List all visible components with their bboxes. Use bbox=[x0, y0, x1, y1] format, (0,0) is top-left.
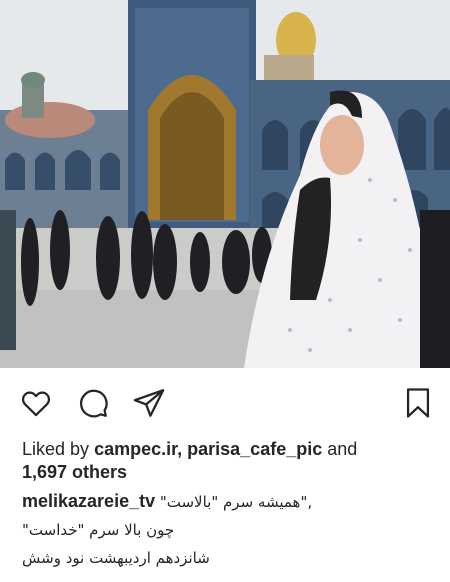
likes-conjunction: and bbox=[327, 439, 358, 459]
bookmark-icon bbox=[406, 388, 430, 418]
share-button[interactable] bbox=[130, 384, 168, 422]
liker-username-1[interactable]: campec.ir, bbox=[94, 439, 182, 459]
post-photo[interactable] bbox=[0, 0, 450, 368]
save-button[interactable] bbox=[399, 384, 437, 422]
paper-plane-icon bbox=[133, 389, 165, 417]
caption-line-1: melikazareie_tv "همیشه سرم "بالاست", bbox=[22, 489, 312, 514]
heart-icon bbox=[21, 391, 51, 417]
likes-others-count[interactable]: 1,697 others bbox=[22, 462, 127, 482]
likes-summary: Liked by campec.ir, parisa_cafe_pic and … bbox=[22, 438, 437, 484]
likes-prefix: Liked by bbox=[22, 439, 90, 459]
caption-text-3: شانزدهم اردیبهشت نود وشش bbox=[22, 549, 210, 567]
caption-text-1: "همیشه سرم "بالاست", bbox=[159, 493, 313, 511]
comment-icon bbox=[80, 389, 108, 418]
post-action-bar bbox=[0, 376, 450, 430]
post-photo-illustration bbox=[0, 0, 450, 368]
caption-text-2: چون بالا سرم "خداست" bbox=[22, 521, 175, 539]
comment-button[interactable] bbox=[74, 384, 112, 422]
like-button[interactable] bbox=[17, 384, 55, 422]
caption-username[interactable]: melikazareie_tv bbox=[22, 491, 155, 511]
liker-username-2[interactable]: parisa_cafe_pic bbox=[187, 439, 322, 459]
